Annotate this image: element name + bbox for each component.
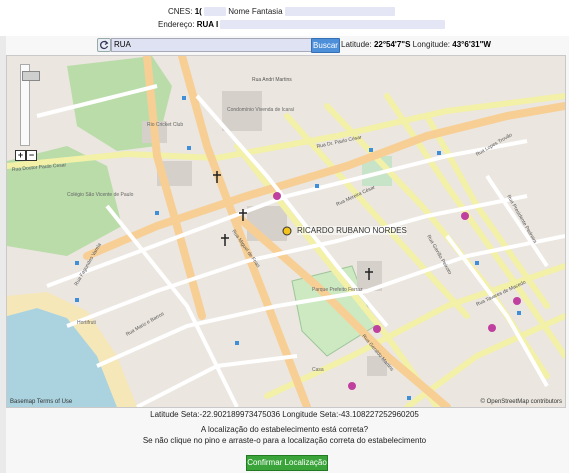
osm-attribution[interactable]: © OpenStreetMap contributors [481, 399, 562, 405]
redacted-cnes [204, 7, 227, 17]
map-canvas[interactable]: Rua Andri Martins Rua Dr. Paulo César Ru… [7, 56, 565, 407]
longitude-label: Longitude: [412, 40, 451, 49]
endereco-label: Endereço: [158, 20, 195, 29]
cnes-value: 1( [194, 7, 202, 16]
zoom-control: + − [15, 64, 40, 164]
zoom-in-button[interactable]: + [15, 150, 26, 161]
coordinates-readout: Latitude: 22°54'7"S Longitude: 43°6'31"W [341, 38, 491, 51]
refresh-icon [100, 40, 109, 50]
nome-fantasia-label: Nome Fantasia [228, 7, 283, 16]
latitude-label: Latitude: [341, 40, 372, 49]
confirm-location-button[interactable]: Confirmar Localização [246, 455, 328, 471]
refresh-button[interactable] [97, 38, 111, 52]
address-search-bar: Buscar Latitude: 22°54'7"S Longitude: 43… [97, 38, 567, 53]
cnes-label: CNES: [168, 7, 193, 16]
redacted-nome-fantasia [284, 7, 395, 17]
street-label-1: Rua Andri Martins [252, 77, 292, 83]
zoom-handle[interactable] [22, 71, 40, 81]
drag-instruction: Se não clique no pino e arraste-o para a… [142, 436, 427, 445]
redacted-endereco [220, 20, 446, 30]
marker-label: RICARDO RUBANO NORDES [297, 226, 407, 235]
place-label-parque: Parque Prefeito Ferraz [312, 287, 363, 293]
pin-coordinates: Latitude Seta:-22.902189973475036 Longit… [150, 410, 419, 419]
map-view[interactable]: Rua Andri Martins Rua Dr. Paulo César Ru… [6, 55, 566, 408]
endereco-value: RUA I [196, 20, 219, 29]
place-label-casa: Casa [312, 367, 324, 373]
place-label-colegio: Colégio São Vicente de Paulo [67, 192, 134, 198]
place-label-hortifruti: Hortifruti [77, 320, 96, 326]
endereco-row: Endereço: RUA I [158, 19, 446, 31]
location-question: A localização do estabelecimento está co… [200, 425, 369, 434]
cnes-row: CNES: 1( Nome Fantasia [168, 6, 395, 18]
establishment-header: CNES: 1( Nome Fantasia Endereço: RUA I [0, 0, 569, 36]
place-label-cricket: Rio Cricket Club [147, 122, 183, 128]
basemap-terms-link[interactable]: Basemap Terms of Use [10, 399, 72, 405]
location-pin[interactable] [282, 226, 292, 236]
zoom-slider[interactable] [20, 64, 40, 146]
longitude-value: 43°6'31"W [452, 40, 491, 49]
address-search-input[interactable] [111, 38, 314, 52]
search-button[interactable]: Buscar [311, 38, 340, 53]
zoom-out-button[interactable]: − [26, 150, 37, 161]
building [247, 206, 287, 241]
place-label-condominio: Condomínio Vivenda de Icaraí [227, 107, 295, 113]
latitude-value: 22°54'7"S [373, 40, 411, 49]
